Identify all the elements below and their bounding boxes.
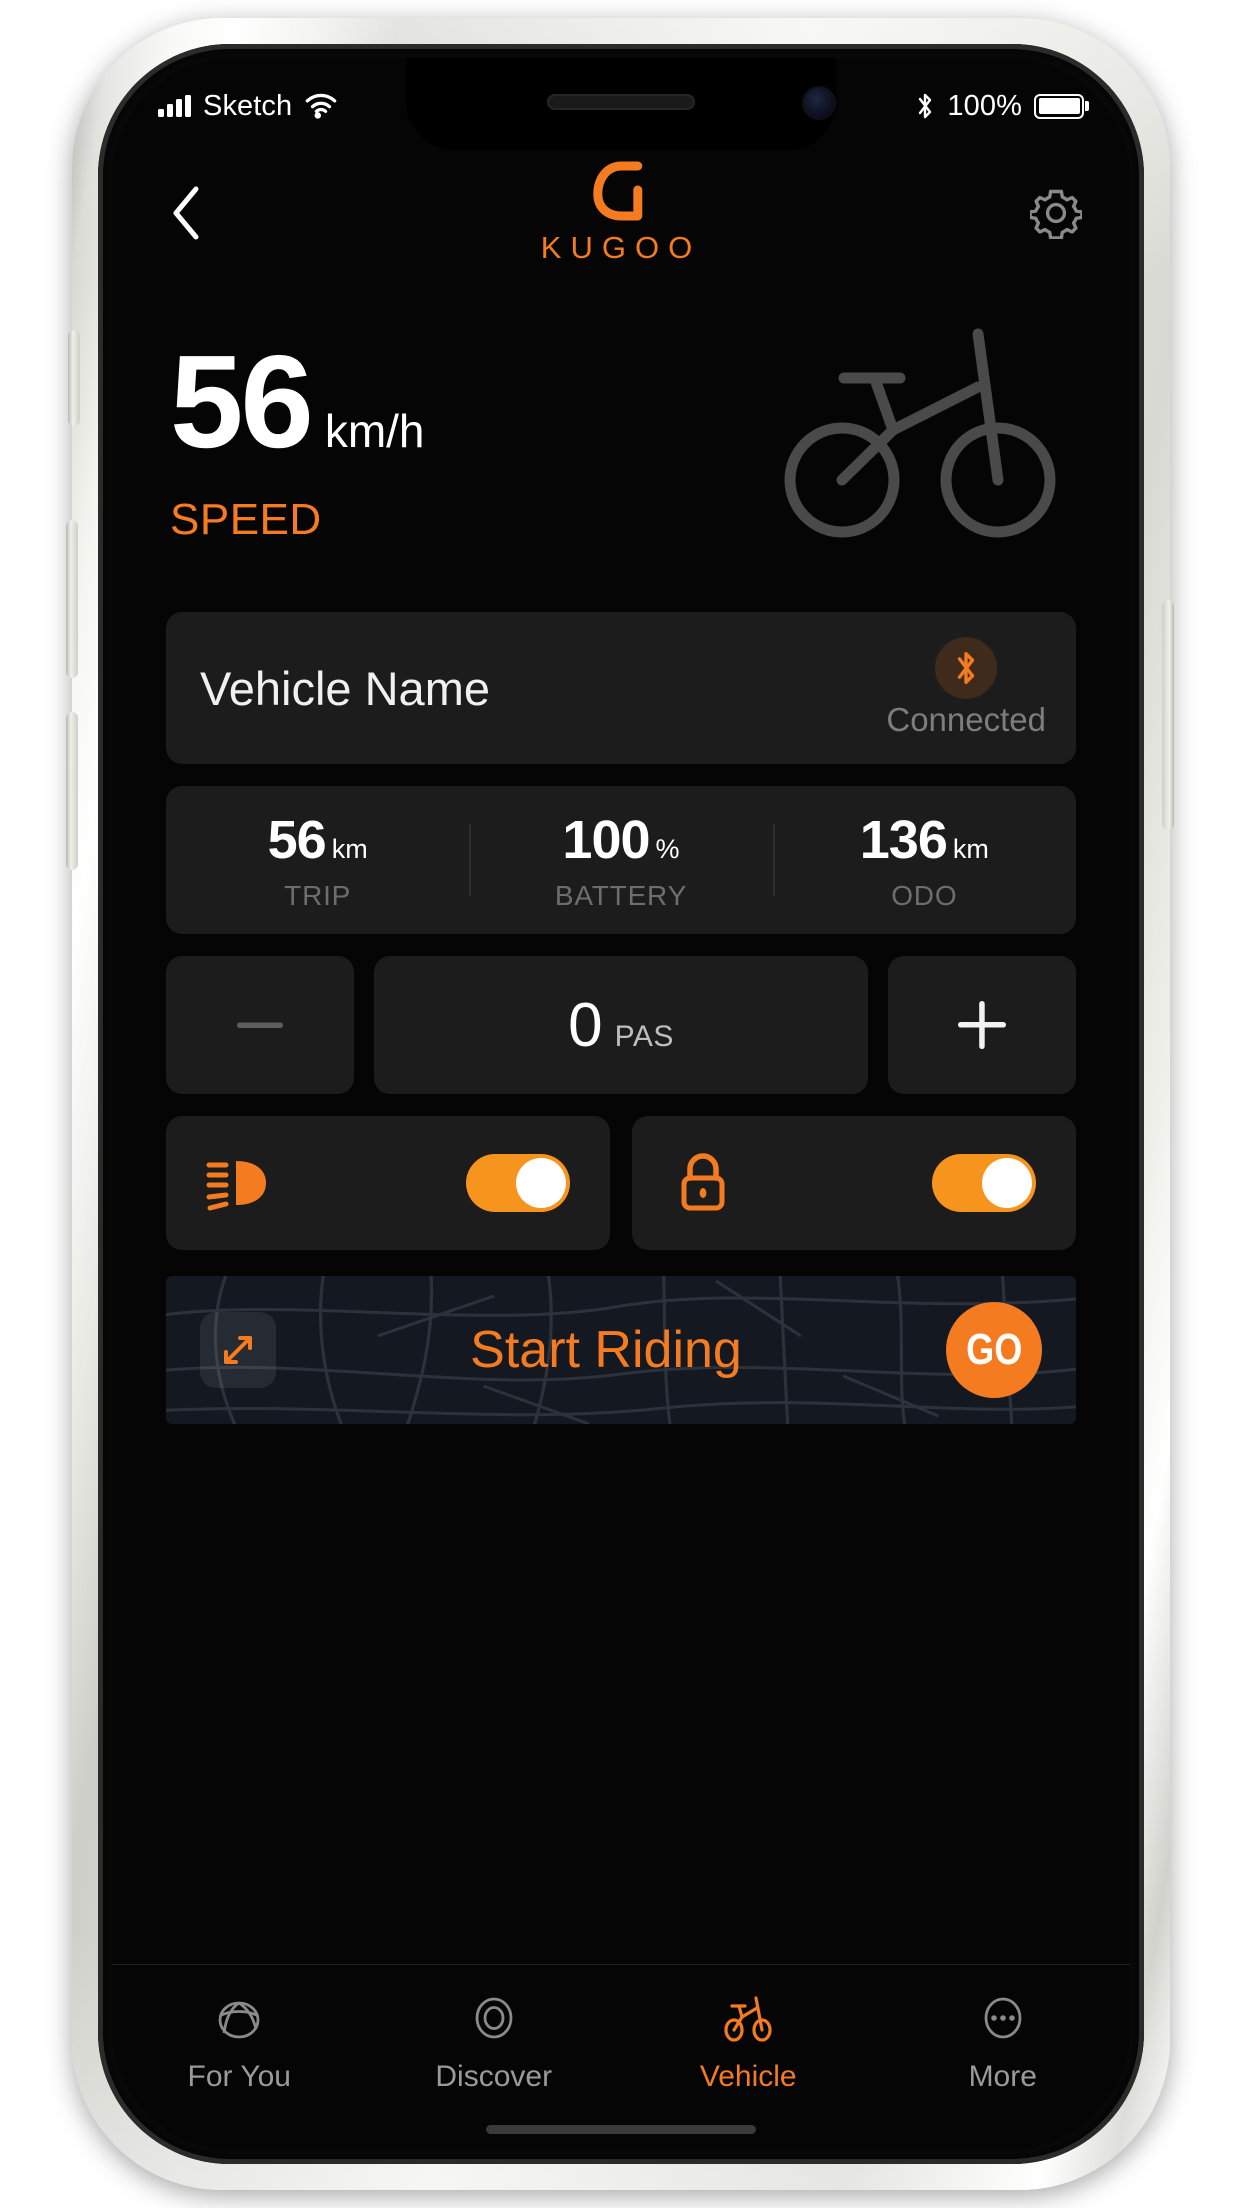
pas-increase-button[interactable] [888,956,1076,1094]
chevron-left-icon [173,186,199,240]
toggle-row [166,1116,1076,1250]
headlight-switch-knob [516,1158,566,1208]
pas-label: PAS [614,1020,674,1053]
plus-icon [958,1001,1006,1049]
trip-label: TRIP [284,879,352,911]
power-button[interactable] [1162,600,1174,830]
bluetooth-icon [919,93,932,119]
battery-percent-label: 100% [947,89,1022,122]
pas-value: 0 [568,991,603,1060]
brand-logo: KUGOO [541,160,701,266]
expand-arrows-icon [224,1336,252,1364]
tab-vehicle[interactable]: Vehicle [621,1989,876,2094]
volume-up-button[interactable] [66,520,78,678]
bluetooth-icon [935,637,998,699]
battery-full-icon [1034,93,1084,119]
go-button[interactable]: GO [946,1302,1042,1398]
pas-stepper: 0 PAS [166,956,1076,1094]
kugoo-g-mark-icon [593,161,643,221]
battery-value: 100 [562,809,650,870]
odo-value: 136 [859,809,948,870]
speed-block: 56 km/h SPEED [170,328,425,544]
tab-more[interactable]: More [876,1989,1131,2094]
bicycle-illustration-icon [784,328,1056,538]
status-bar-right: 100% [915,90,1084,123]
bluetooth-status[interactable]: Connected [886,612,1046,764]
app-header: KUGOO [112,154,1130,272]
bottom-tab-bar: For You Discover Vehicle More [112,1964,1130,2150]
bicycle-icon [724,1996,772,2042]
vehicle-name-label: Vehicle Name [200,661,490,715]
speed-caption: SPEED [170,494,322,544]
tab-label-vehicle: Vehicle [699,2060,797,2093]
silent-switch-button[interactable] [68,330,80,426]
battery-label: BATTERY [554,879,688,911]
go-button-label: GO [965,1325,1023,1374]
connection-status-label: Connected [886,701,1046,738]
front-camera [802,86,836,120]
speed-value-row: 56 km/h [170,328,425,476]
start-riding-banner[interactable]: Start Riding GO [166,1276,1076,1424]
home-indicator[interactable] [486,2125,756,2134]
expand-map-button[interactable] [200,1312,276,1388]
tab-for-you[interactable]: For You [112,1989,367,2094]
stat-trip: 56 km TRIP [166,809,469,912]
stat-battery: 100 % BATTERY [469,809,772,912]
tab-label-more: More [968,2060,1037,2093]
speed-value: 56 [170,328,314,476]
tab-label-discover: Discover [435,2060,553,2093]
bluetooth-glyph-icon [957,652,975,684]
tab-discover[interactable]: Discover [367,1989,622,2094]
cellular-signal-icon [158,95,191,117]
trip-unit: km [331,833,368,864]
headlight-toggle-card[interactable] [166,1116,610,1250]
target-icon [475,1997,513,2039]
globe-icon [218,2001,260,2039]
start-riding-label: Start Riding [470,1321,742,1379]
headlight-icon [206,1161,266,1211]
headlight-switch[interactable] [466,1154,570,1212]
screenshot-stage: Sketch 100% KUGOO 56 km/h SPEED Vehicle … [0,0,1242,2208]
lock-icon [681,1153,725,1211]
odo-unit: km [952,833,989,864]
settings-button[interactable] [1026,183,1086,243]
minus-icon [237,1022,283,1028]
pas-value-display: 0 PAS [374,956,868,1094]
dashboard-content: Vehicle Name Connected 56 km TRIP 100 % … [112,612,1130,1964]
pas-decrease-button[interactable] [166,956,354,1094]
tab-label-for-you: For You [187,2060,291,2093]
speed-unit: km/h [324,405,425,458]
lock-switch-knob [982,1158,1032,1208]
earpiece-speaker [547,94,695,110]
ellipsis-icon [984,1997,1022,2039]
battery-unit: % [655,833,680,864]
status-bar-left: Sketch [158,90,338,123]
vehicle-card[interactable]: Vehicle Name Connected [166,612,1076,764]
wifi-icon [305,93,337,119]
speed-hero: 56 km/h SPEED [112,272,1130,612]
lock-switch[interactable] [932,1154,1036,1212]
stats-card: 56 km TRIP 100 % BATTERY 136 km ODO [166,786,1076,934]
phone-screen: Sketch 100% KUGOO 56 km/h SPEED Vehicle … [112,58,1130,2150]
volume-down-button[interactable] [66,712,78,870]
stat-odo: 136 km ODO [773,809,1076,912]
lock-toggle-card[interactable] [632,1116,1076,1250]
odo-label: ODO [891,879,958,911]
trip-value: 56 [267,809,327,870]
gear-icon [1030,189,1082,239]
brand-wordmark: KUGOO [540,230,702,265]
back-button[interactable] [156,183,216,243]
carrier-label: Sketch [203,89,293,122]
app-root: KUGOO 56 km/h SPEED Vehicle Name Connect… [112,58,1130,2150]
